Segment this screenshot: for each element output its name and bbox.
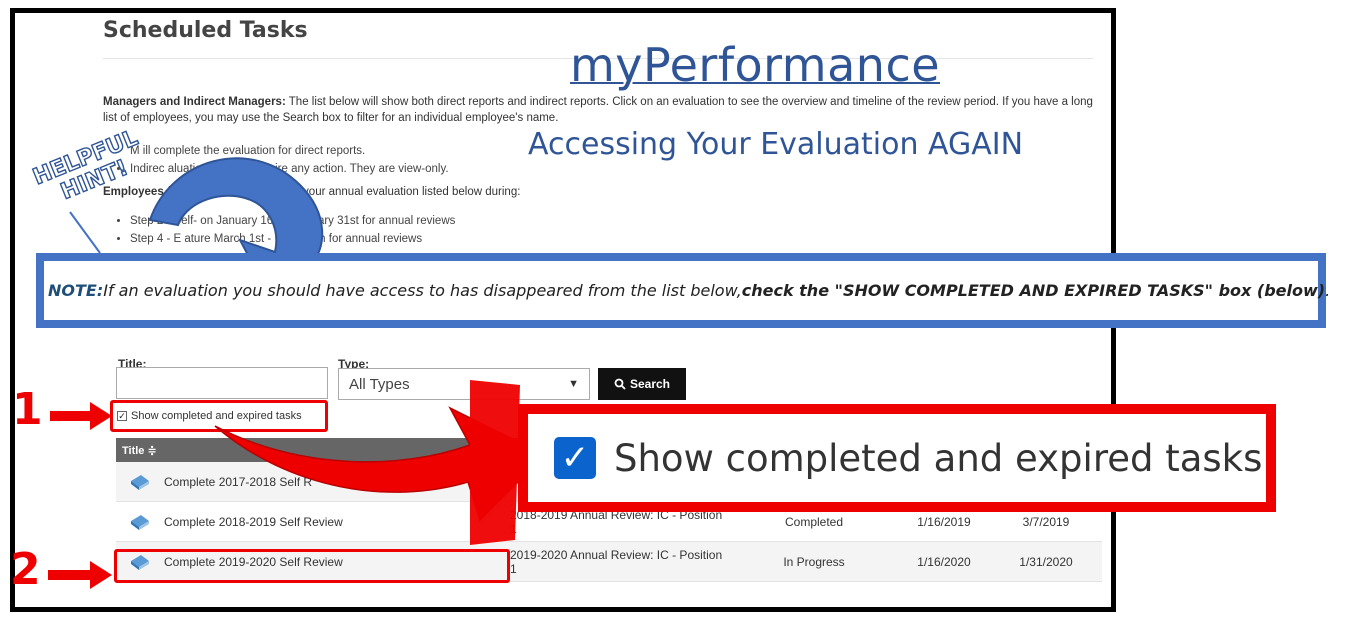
employees-label: Employees (not M ): [103,186,213,198]
step-1-arrow-head-icon [90,402,112,430]
self-review-row-highlight [114,549,510,583]
zoom-callout: ✓ Show completed and expired tasks [518,404,1276,512]
managers-label: Managers and Indirect Managers: [103,96,286,108]
overlay-title: myPerformance [570,38,941,92]
start-date: 1/16/2019 [917,514,971,529]
step-marker-2: 2 [10,544,41,595]
show-completed-checkbox-row[interactable]: ✓ Show completed and expired tasks [110,400,328,432]
task-book-icon [116,473,164,491]
task-name[interactable]: Complete 2017-2018 Self R [164,475,510,489]
intro-paragraph: Managers and Indirect Managers: The list… [103,94,1093,126]
note-text: If an evaluation you should have access … [103,281,742,300]
type-select[interactable]: All Types ▼ [338,368,590,400]
zoom-label: Show completed and expired tasks [614,436,1263,480]
note-callout: NOTE: If an evaluation you should have a… [36,253,1330,328]
title-search-input[interactable] [116,367,328,399]
start-date: 1/16/2020 [917,554,971,569]
step-2-arrow-shaft [48,570,94,580]
end-date: 1/31/2020 [1019,554,1073,569]
task-status: In Progress [783,554,845,569]
task-status: Completed [784,514,844,529]
employees-paragraph: Employees (not M ): You will only see yo… [103,186,520,198]
task-book-icon [116,513,164,531]
tutorial-screenshot: Scheduled Tasks Managers and Indirect Ma… [0,0,1354,623]
end-date: 3/7/2019 [1022,514,1070,529]
step-2-arrow-head-icon [90,561,112,589]
manager-bullet-2: Indirec aluations do not require any act… [130,160,449,178]
title-column-header[interactable]: Title ≑ [122,444,157,457]
manager-bullet-1: M ill complete the evaluation for direct… [130,142,449,160]
page-title: Scheduled Tasks [103,18,308,43]
zoom-content: ✓ Show completed and expired tasks [528,414,1266,502]
overlay-subtitle: Accessing Your Evaluation AGAIN [528,127,1024,162]
search-button[interactable]: Search [598,368,686,400]
step-marker-1: 1 [12,384,43,435]
task-name[interactable]: Complete 2018-2019 Self Review [164,515,510,529]
manager-bullets: M ill complete the evaluation for direct… [130,142,449,178]
step-1-arrow-shaft [50,411,94,421]
checkbox-checked-large-icon[interactable]: ✓ [554,437,596,479]
note-content: NOTE: If an evaluation you should have a… [44,261,1330,320]
step-2-item: Step 2 - Self- on January 16th - January… [130,212,455,230]
note-bold-text: check the "SHOW COMPLETED AND EXPIRED TA… [741,281,1326,300]
employees-text: You will only see your annual evaluation… [212,186,521,198]
checkbox-checked-icon[interactable]: ✓ [117,411,127,421]
show-completed-label: Show completed and expired tasks [131,410,302,422]
magnifier-icon [614,378,626,390]
note-end: . [1325,281,1331,300]
dropdown-triangle-icon: ▼ [568,378,579,390]
employee-steps: Step 2 - Self- on January 16th - January… [130,212,455,248]
review-name: 2019-2020 Annual Review: IC - Position 1 [510,547,723,576]
search-button-label: Search [629,377,671,391]
step-4-item: Step 4 - E ature March 1st - March 7th f… [130,230,455,248]
type-select-value: All Types [349,375,410,393]
note-label: NOTE: [48,281,104,300]
